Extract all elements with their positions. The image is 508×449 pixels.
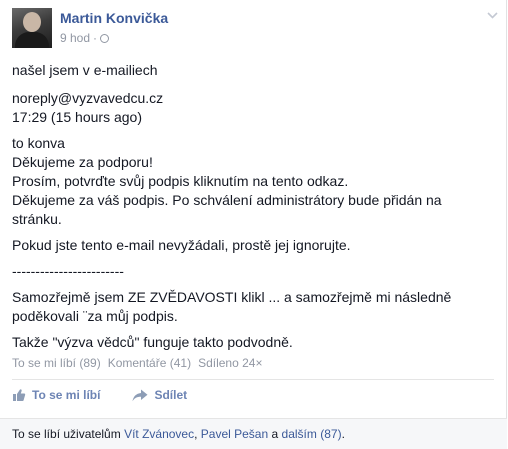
post-meta: 9 hod · (60, 31, 110, 45)
post-body: našel jsem v e-mailiech noreply@vyzvaved… (12, 61, 492, 352)
likes-summary: To se líbí uživatelům Vít Zvánovec, Pave… (0, 418, 507, 449)
actions-divider (12, 379, 494, 380)
share-button[interactable]: Sdílet (132, 388, 187, 402)
email-to: to konva (12, 135, 65, 151)
post-comment: Samozřejmě jsem ZE ZVĚDAVOSTI klikl ... … (12, 289, 452, 324)
email-line-ignore: Pokud jste tento e-mail nevyžádali, pros… (12, 237, 351, 253)
share-button-label: Sdílet (154, 388, 188, 402)
post-card: Martin Konvička 9 hod · našel jsem v e-m… (0, 0, 507, 449)
thumbs-up-icon (12, 388, 26, 402)
comments-count-link[interactable]: Komentáře (41) (108, 356, 191, 370)
shares-count-link[interactable]: Sdíleno 24× (198, 356, 262, 370)
liker-vit-zvanovec[interactable]: Vít Zvánovec (124, 427, 194, 441)
share-arrow-icon (132, 389, 148, 402)
dashes-divider: ------------------------ (12, 263, 124, 279)
post-timestamp[interactable]: 9 hod (60, 31, 90, 45)
avatar-head-shape (23, 12, 41, 32)
likes-others-link[interactable]: dalším (87) (282, 427, 342, 441)
email-time: 17:29 (15 hours ago) (12, 109, 142, 125)
post-intro: našel jsem v e-mailiech (12, 62, 158, 78)
meta-separator: · (93, 31, 98, 45)
post-conclusion: Takže "výzva vědců" funguje takto podvod… (12, 334, 293, 350)
likes-count-link[interactable]: To se mi líbí (89) (12, 356, 101, 370)
post-actions: To se mi líbí Sdílet (12, 388, 187, 402)
likes-comma: , (194, 427, 198, 441)
email-line-thanks: Děkujeme za podporu! (12, 154, 153, 170)
likes-prefix: To se líbí uživatelům (12, 427, 121, 441)
email-line-approval: Děkujeme za váš podpis. Po schválení adm… (12, 192, 442, 227)
globe-icon[interactable] (100, 33, 110, 43)
like-button[interactable]: To se mi líbí (12, 388, 100, 402)
author-name[interactable]: Martin Konvička (60, 10, 168, 26)
like-button-label: To se mi líbí (32, 388, 101, 402)
email-from: noreply@vyzvavedcu.cz (12, 90, 164, 106)
liker-pavel-pesan[interactable]: Pavel Pešan (201, 427, 268, 441)
likes-conjunction: a (271, 427, 279, 441)
post-stats: To se mi líbí (89) Komentáře (41) Sdílen… (12, 356, 262, 370)
avatar[interactable] (12, 8, 52, 48)
chevron-down-icon[interactable] (485, 8, 499, 22)
likes-period: . (341, 427, 345, 441)
avatar-body-shape (15, 32, 49, 48)
email-line-confirm: Prosím, potvrďte svůj podpis kliknutím n… (12, 173, 349, 189)
